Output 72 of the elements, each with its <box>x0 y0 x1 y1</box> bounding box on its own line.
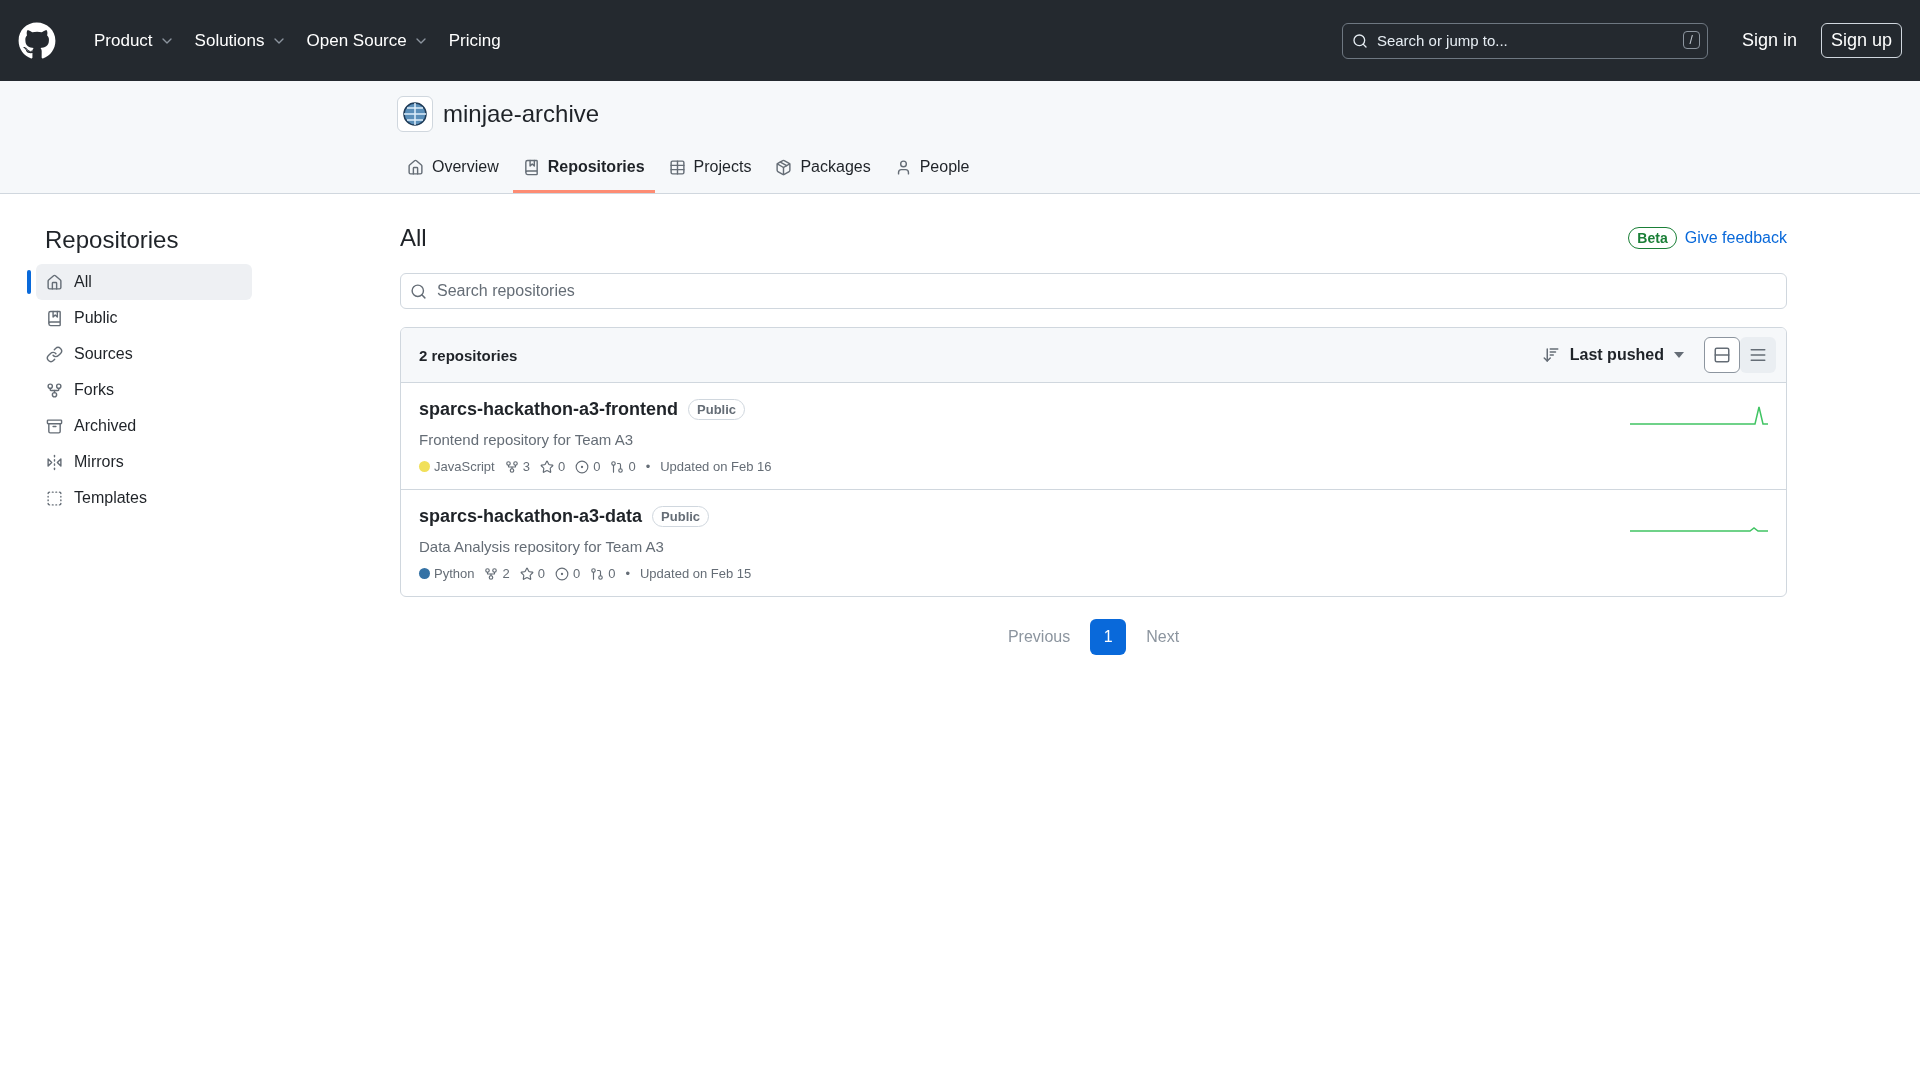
repository-link[interactable]: sparcs-hackathon-a3-frontend <box>419 399 679 420</box>
list-icon <box>1749 346 1767 364</box>
sign-in-link[interactable]: Sign in <box>1731 24 1807 57</box>
rows-icon <box>1713 346 1731 364</box>
repository-description: Data Analysis repository for Team A3 <box>419 538 665 555</box>
house-icon <box>46 273 63 291</box>
issue-icon <box>575 459 590 474</box>
book-icon <box>522 158 540 176</box>
nav-menu[interactable]: Solutions <box>186 22 295 59</box>
star-count: 0 <box>537 566 545 581</box>
repository-description: Frontend repository for Team A3 <box>419 431 634 448</box>
search-icon <box>410 283 427 300</box>
star-icon <box>539 459 554 474</box>
nav-menu[interactable]: Pricing <box>440 22 509 59</box>
issue-count: 0 <box>572 566 581 581</box>
language-name: JavaScript <box>434 459 495 474</box>
sidebar-item[interactable]: Archived <box>36 408 252 444</box>
repository-link[interactable]: sparcs-hackathon-a3-data <box>419 506 643 527</box>
sidebar-item[interactable]: Templates <box>36 480 252 516</box>
caret-icon <box>1674 352 1684 358</box>
pull-request-icon <box>590 566 605 581</box>
sidebar-item[interactable]: Sources <box>36 336 252 372</box>
sign-up-button[interactable]: Sign up <box>1820 23 1902 58</box>
org-tab[interactable]: Projects <box>658 150 762 193</box>
view-toggle[interactable] <box>1740 337 1776 373</box>
language-name: Python <box>434 566 475 581</box>
star-icon <box>519 566 534 581</box>
org-tab[interactable]: People <box>884 150 980 193</box>
book-icon <box>46 309 63 327</box>
fork-count: 3 <box>522 459 530 474</box>
feedback-link[interactable]: Give feedback <box>1684 229 1787 247</box>
issue-count: 0 <box>593 459 601 474</box>
separator-dot: • <box>625 566 630 581</box>
table-icon <box>668 158 686 176</box>
pull-request-count: 0 <box>628 459 636 474</box>
sidebar-item[interactable]: Forks <box>36 372 252 408</box>
sort-button[interactable]: Last pushed <box>1535 345 1690 365</box>
fork-count: 2 <box>502 566 510 581</box>
org-name: minjae-archive <box>443 100 600 128</box>
nav-menu[interactable]: Open Source <box>298 22 437 59</box>
pull-request-icon <box>610 459 625 474</box>
nav-menu[interactable]: Product <box>86 22 183 59</box>
repository-count: 2 repositories <box>419 346 519 364</box>
link-icon <box>46 345 63 363</box>
org-tab[interactable]: Packages <box>765 150 881 193</box>
view-toggle[interactable] <box>1704 337 1740 373</box>
archive-icon <box>46 417 63 435</box>
shortcut-key: / <box>1682 30 1700 49</box>
separator-dot: • <box>645 459 651 474</box>
updated-date: Updated on Feb 16 <box>660 459 772 474</box>
updated-date: Updated on Feb 15 <box>640 566 752 581</box>
org-tab[interactable]: Repositories <box>512 150 655 193</box>
sidebar-item[interactable]: Mirrors <box>36 444 252 480</box>
dashed-square-icon <box>46 489 63 507</box>
star-count: 0 <box>557 459 566 474</box>
search-icon <box>1351 32 1368 49</box>
fork-icon <box>484 566 499 581</box>
fork-icon <box>46 381 63 399</box>
sidebar-item[interactable]: Public <box>36 300 252 336</box>
org-tab[interactable]: Overview <box>397 150 509 193</box>
issue-icon <box>554 566 569 581</box>
mirror-icon <box>46 453 63 471</box>
sidebar-title: Repositories <box>45 226 180 254</box>
package-icon <box>775 158 793 176</box>
page-number-button[interactable]: 1 <box>1090 619 1127 655</box>
active-indicator <box>27 270 31 294</box>
page-title: All <box>400 224 427 252</box>
sort-icon <box>1541 346 1560 364</box>
house-icon <box>407 158 424 176</box>
github-logo-icon[interactable] <box>18 21 56 60</box>
fork-icon <box>504 459 519 474</box>
pull-request-count: 0 <box>608 566 616 581</box>
